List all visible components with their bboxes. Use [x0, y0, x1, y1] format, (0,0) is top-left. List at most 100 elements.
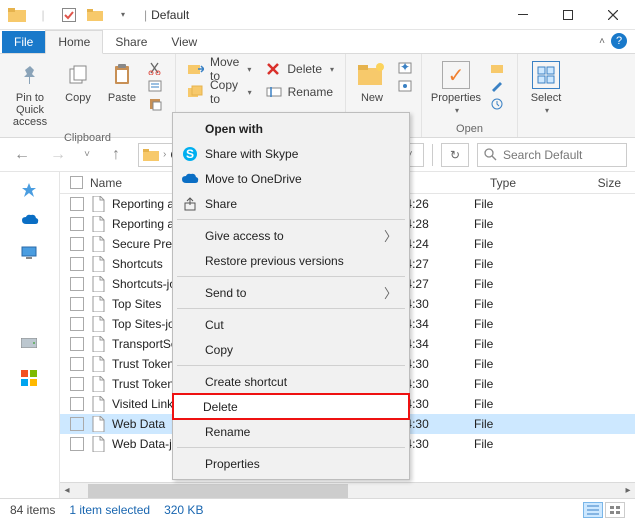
tab-file[interactable]: File	[2, 31, 45, 53]
new-item-icon[interactable]: ✦	[396, 60, 414, 76]
ctx-give-access[interactable]: Give access to〉	[175, 223, 407, 248]
windows-icon[interactable]	[21, 370, 39, 388]
row-checkbox[interactable]	[70, 397, 84, 411]
rename-icon	[266, 84, 282, 100]
col-size[interactable]: Size	[570, 176, 635, 190]
rename-button[interactable]: Rename	[260, 81, 339, 103]
file-type: File	[474, 317, 554, 331]
select-icon	[531, 60, 561, 90]
file-icon	[90, 256, 106, 272]
ctx-skype[interactable]: SShare with Skype	[175, 141, 407, 166]
context-menu: Open with SShare with Skype Move to OneD…	[172, 112, 410, 480]
checkbox-header[interactable]	[70, 176, 90, 189]
file-icon	[90, 276, 106, 292]
copy-button[interactable]: Copy	[58, 58, 98, 106]
properties-button[interactable]: ✓ Properties ▾	[428, 58, 484, 117]
onedrive-cloud-icon[interactable]	[21, 214, 39, 232]
pin-icon	[15, 60, 45, 90]
ctx-share[interactable]: Share	[175, 191, 407, 216]
up-button[interactable]: ↑	[102, 142, 130, 168]
file-icon	[90, 436, 106, 452]
status-bar: 84 items 1 item selected 320 KB	[0, 498, 635, 520]
quick-access-star-icon[interactable]	[21, 182, 39, 200]
cut-icon[interactable]	[146, 60, 164, 76]
open-group-label: Open	[428, 121, 511, 135]
row-checkbox[interactable]	[70, 317, 84, 331]
drive-icon[interactable]	[21, 338, 39, 356]
copy-to-icon	[188, 84, 204, 100]
share-icon	[181, 195, 199, 213]
scroll-right-icon[interactable]: ▸	[621, 485, 635, 496]
maximize-button[interactable]	[545, 0, 590, 30]
select-button[interactable]: Select ▾	[524, 58, 568, 117]
paste-button[interactable]: Paste	[102, 58, 142, 106]
folder-small-icon[interactable]	[84, 4, 106, 26]
row-checkbox[interactable]	[70, 357, 84, 371]
properties-checkmark-icon: ✓	[441, 60, 471, 90]
move-to-button[interactable]: Move to▾	[182, 58, 257, 80]
icons-view-button[interactable]	[605, 502, 625, 518]
details-view-button[interactable]	[583, 502, 603, 518]
paste-shortcut-icon[interactable]	[146, 96, 164, 112]
ctx-copy[interactable]: Copy	[175, 337, 407, 362]
open-icon[interactable]	[488, 60, 506, 76]
row-checkbox[interactable]	[70, 337, 84, 351]
scrollbar-thumb[interactable]	[88, 484, 348, 498]
row-checkbox[interactable]	[70, 377, 84, 391]
easy-access-icon[interactable]	[396, 78, 414, 94]
recent-dropdown[interactable]: ˅	[80, 142, 94, 168]
row-checkbox[interactable]	[70, 297, 84, 311]
row-checkbox[interactable]	[70, 197, 84, 211]
collapse-ribbon-icon[interactable]: ˄	[599, 36, 605, 47]
minimize-button[interactable]	[500, 0, 545, 30]
ctx-create-shortcut[interactable]: Create shortcut	[175, 369, 407, 394]
help-icon[interactable]: ?	[611, 33, 627, 49]
properties-label: Properties	[431, 92, 481, 104]
chevron-right-icon: 〉	[384, 283, 397, 302]
checkbox-icon[interactable]	[58, 4, 80, 26]
horizontal-scrollbar[interactable]: ◂ ▸	[60, 482, 635, 498]
row-checkbox[interactable]	[70, 277, 84, 291]
copy-label: Copy	[65, 92, 91, 104]
row-checkbox[interactable]	[70, 237, 84, 251]
tab-share[interactable]: Share	[103, 31, 159, 53]
qat-dropdown-icon[interactable]: ▾	[112, 4, 134, 26]
ctx-properties[interactable]: Properties	[175, 451, 407, 476]
nav-pane[interactable]	[0, 172, 60, 498]
delete-button[interactable]: Delete▾	[259, 58, 340, 80]
row-checkbox[interactable]	[70, 417, 84, 431]
file-icon	[90, 416, 106, 432]
ctx-open-with[interactable]: Open with	[175, 116, 407, 141]
ctx-delete[interactable]: Delete	[173, 394, 409, 419]
copy-path-icon[interactable]	[146, 78, 164, 94]
tab-home[interactable]: Home	[45, 30, 103, 54]
pin-to-quick-access-button[interactable]: Pin to Quick access	[6, 58, 54, 130]
this-pc-icon[interactable]	[21, 246, 39, 264]
paste-icon	[107, 60, 137, 90]
row-checkbox[interactable]	[70, 437, 84, 451]
search-icon	[484, 148, 497, 161]
ctx-onedrive[interactable]: Move to OneDrive	[175, 166, 407, 191]
new-folder-button[interactable]: New	[352, 58, 392, 106]
search-box[interactable]: Search Default	[477, 143, 627, 167]
ctx-rename[interactable]: Rename	[175, 419, 407, 444]
edit-icon[interactable]	[488, 78, 506, 94]
tab-view[interactable]: View	[159, 31, 209, 53]
refresh-button[interactable]: ↻	[441, 143, 469, 167]
copy-to-button[interactable]: Copy to▾	[182, 81, 258, 103]
row-checkbox[interactable]	[70, 217, 84, 231]
forward-button[interactable]: →	[44, 142, 72, 168]
ctx-cut[interactable]: Cut	[175, 312, 407, 337]
back-button[interactable]: ←	[8, 142, 36, 168]
copy-icon	[63, 60, 93, 90]
ctx-send-to[interactable]: Send to〉	[175, 280, 407, 305]
ribbon-group-open: ✓ Properties ▾ Open	[422, 54, 518, 137]
col-type[interactable]: Type	[490, 176, 570, 190]
scroll-left-icon[interactable]: ◂	[60, 485, 74, 496]
ctx-separator	[177, 365, 405, 366]
ctx-restore[interactable]: Restore previous versions	[175, 248, 407, 273]
history-icon[interactable]	[488, 96, 506, 112]
row-checkbox[interactable]	[70, 257, 84, 271]
ctx-separator	[177, 219, 405, 220]
close-button[interactable]	[590, 0, 635, 30]
